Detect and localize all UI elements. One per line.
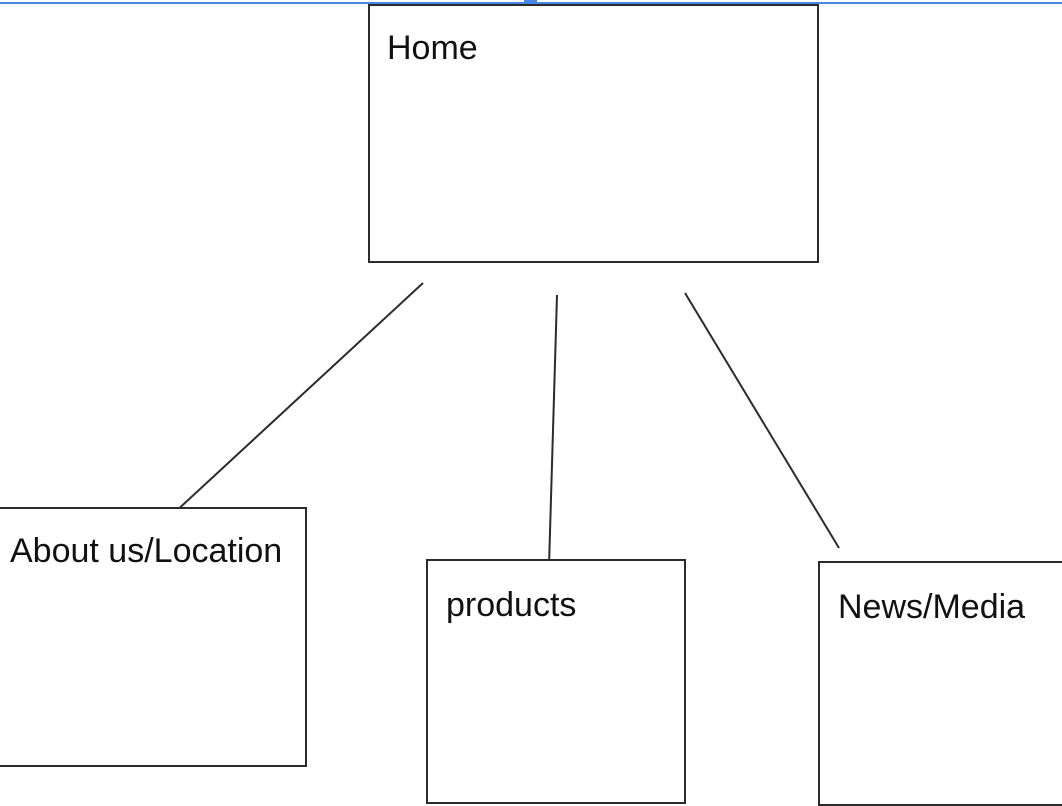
- products-label: products: [446, 586, 577, 624]
- about-location-label: About us/Location: [10, 532, 283, 570]
- home-label: Home: [387, 29, 478, 67]
- home-box[interactable]: Home: [368, 4, 819, 263]
- news-media-label: News/Media: [838, 588, 1026, 626]
- connector-home-news: [684, 292, 840, 549]
- connector-home-about: [172, 282, 424, 515]
- products-box[interactable]: products: [426, 559, 686, 804]
- about-location-box[interactable]: About us/Location: [0, 507, 307, 767]
- news-media-box[interactable]: News/Media: [818, 561, 1062, 806]
- connector-home-products: [548, 294, 558, 567]
